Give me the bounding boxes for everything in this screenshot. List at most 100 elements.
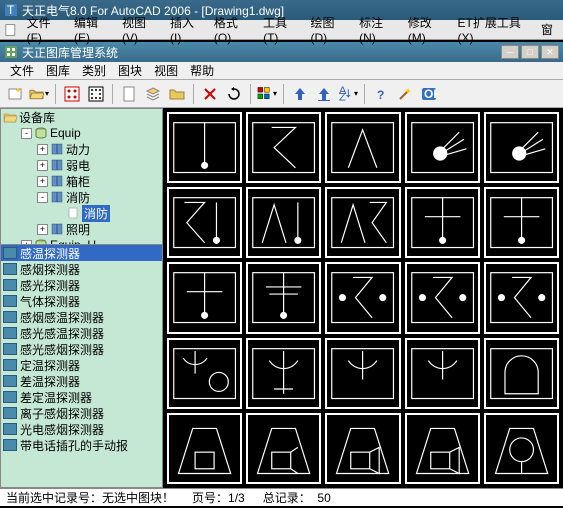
list-item[interactable]: 带电话插孔的手动报 xyxy=(1,437,162,453)
tree-root[interactable]: 设备库 xyxy=(1,109,162,125)
minimize-button[interactable]: ─ xyxy=(501,45,519,59)
thumb-24[interactable] xyxy=(405,413,480,484)
status-total: 总记录： 50 xyxy=(263,489,331,506)
dice2-button[interactable] xyxy=(85,83,107,105)
wand-button[interactable] xyxy=(394,83,416,105)
app-menubar: 文件(F) 编辑(E) 视图(V) 插入(I) 格式(O) 工具(T) 绘图(D… xyxy=(0,20,563,40)
menu-modify[interactable]: 修改(M) xyxy=(408,14,446,45)
menu-view[interactable]: 视图(V) xyxy=(122,14,158,45)
thumb-3[interactable] xyxy=(325,112,400,183)
list-item[interactable]: 感光探测器 xyxy=(1,277,162,293)
thumb-9[interactable] xyxy=(405,187,480,258)
thumb-23[interactable] xyxy=(325,413,400,484)
thumb-15[interactable] xyxy=(484,262,559,333)
menu-dimension[interactable]: 标注(N) xyxy=(359,14,396,45)
tree-toggle-icon[interactable]: + xyxy=(37,224,48,235)
page-icon xyxy=(66,207,80,219)
thumb-14[interactable] xyxy=(405,262,480,333)
ok-button[interactable]: OK xyxy=(418,83,440,105)
tree-node[interactable]: +Equip_U xyxy=(1,237,162,245)
menu-insert[interactable]: 插入(I) xyxy=(170,14,202,45)
list-item[interactable]: 感烟探测器 xyxy=(1,261,162,277)
tree-node[interactable]: 消防 xyxy=(1,205,162,221)
tree-node[interactable]: +弱电 xyxy=(1,157,162,173)
lib-menu-help[interactable]: 帮助 xyxy=(190,62,214,79)
dice1-button[interactable] xyxy=(61,83,83,105)
tree-toggle-icon[interactable]: + xyxy=(37,160,48,171)
layer-button[interactable] xyxy=(142,83,164,105)
app-icon: T xyxy=(4,3,18,17)
list-pane[interactable]: 感温探测器感烟探测器感光探测器气体探测器感烟感温探测器感光感温探测器感光感烟探测… xyxy=(0,245,163,488)
list-item[interactable]: 感温探测器 xyxy=(1,245,162,261)
tree-toggle-icon[interactable]: + xyxy=(37,144,48,155)
menu-file[interactable]: 文件(F) xyxy=(27,14,62,45)
list-item[interactable]: 感光感温探测器 xyxy=(1,325,162,341)
thumb-22[interactable] xyxy=(246,413,321,484)
help-button[interactable]: ? xyxy=(370,83,392,105)
list-item[interactable]: 气体探测器 xyxy=(1,293,162,309)
thumb-13[interactable] xyxy=(325,262,400,333)
folder2-button[interactable] xyxy=(166,83,188,105)
list-item[interactable]: 光电感烟探测器 xyxy=(1,421,162,437)
thumb-12[interactable] xyxy=(246,262,321,333)
tree-node[interactable]: -消防 xyxy=(1,189,162,205)
item-label: 感烟感温探测器 xyxy=(20,309,104,326)
tree-node[interactable]: -Equip xyxy=(1,125,162,141)
tree-pane[interactable]: 设备库 -Equip+动力+弱电+箱柜-消防消防+照明+Equip_U xyxy=(0,108,163,245)
tree-node[interactable]: +箱柜 xyxy=(1,173,162,189)
thumb-1[interactable] xyxy=(167,112,242,183)
thumb-2[interactable] xyxy=(246,112,321,183)
rotate-button[interactable] xyxy=(223,83,245,105)
new-lib-button[interactable] xyxy=(4,83,26,105)
thumb-8[interactable] xyxy=(325,187,400,258)
lib-menu-file[interactable]: 文件 xyxy=(10,62,34,79)
tree-toggle-icon[interactable]: + xyxy=(37,176,48,187)
list-item[interactable]: 感烟感温探测器 xyxy=(1,309,162,325)
list-item[interactable]: 离子感烟探测器 xyxy=(1,405,162,421)
newdoc-button[interactable] xyxy=(118,83,140,105)
open-button[interactable]: ▾ xyxy=(28,83,50,105)
lib-menu-view[interactable]: 视图 xyxy=(154,62,178,79)
book-icon xyxy=(50,191,64,203)
thumb-7[interactable] xyxy=(246,187,321,258)
lib-menu-category[interactable]: 类别 xyxy=(82,62,106,79)
thumb-25[interactable] xyxy=(484,413,559,484)
item-label: 光电感烟探测器 xyxy=(20,421,104,438)
sort-button[interactable]: AZ▾ xyxy=(337,83,359,105)
thumb-10[interactable] xyxy=(484,187,559,258)
lib-menu-block[interactable]: 图块 xyxy=(118,62,142,79)
thumb-20[interactable] xyxy=(484,338,559,409)
list-item[interactable]: 定温探测器 xyxy=(1,357,162,373)
thumb-18[interactable] xyxy=(325,338,400,409)
up1-button[interactable] xyxy=(289,83,311,105)
menu-tools[interactable]: 工具(T) xyxy=(263,14,298,45)
thumb-11[interactable] xyxy=(167,262,242,333)
thumb-16[interactable] xyxy=(167,338,242,409)
tree-node[interactable]: +照明 xyxy=(1,221,162,237)
thumb-6[interactable] xyxy=(167,187,242,258)
status-selection: 当前选中记录号：无选中图块！ xyxy=(6,489,174,506)
grid-button[interactable]: ▾ xyxy=(256,83,278,105)
up2-button[interactable] xyxy=(313,83,335,105)
thumb-4[interactable] xyxy=(405,112,480,183)
menu-format[interactable]: 格式(O) xyxy=(214,14,251,45)
list-item[interactable]: 差定温探测器 xyxy=(1,389,162,405)
menu-window[interactable]: 窗 xyxy=(541,21,553,38)
menu-draw[interactable]: 绘图(D) xyxy=(310,14,347,45)
lib-menu-library[interactable]: 图库 xyxy=(46,62,70,79)
thumb-21[interactable] xyxy=(167,413,242,484)
thumb-19[interactable] xyxy=(405,338,480,409)
tree-node[interactable]: +动力 xyxy=(1,141,162,157)
thumb-5[interactable] xyxy=(484,112,559,183)
maximize-button[interactable]: □ xyxy=(521,45,539,59)
list-item[interactable]: 感光感烟探测器 xyxy=(1,341,162,357)
menu-edit[interactable]: 编辑(E) xyxy=(74,14,110,45)
delete-button[interactable] xyxy=(199,83,221,105)
item-icon xyxy=(3,295,17,307)
list-item[interactable]: 差温探测器 xyxy=(1,373,162,389)
tree-toggle-icon[interactable]: - xyxy=(37,192,48,203)
tree-toggle-icon[interactable]: - xyxy=(21,128,32,139)
menu-et[interactable]: ET扩展工具(X) xyxy=(458,14,529,45)
thumb-17[interactable] xyxy=(246,338,321,409)
close-button[interactable]: ✕ xyxy=(541,45,559,59)
